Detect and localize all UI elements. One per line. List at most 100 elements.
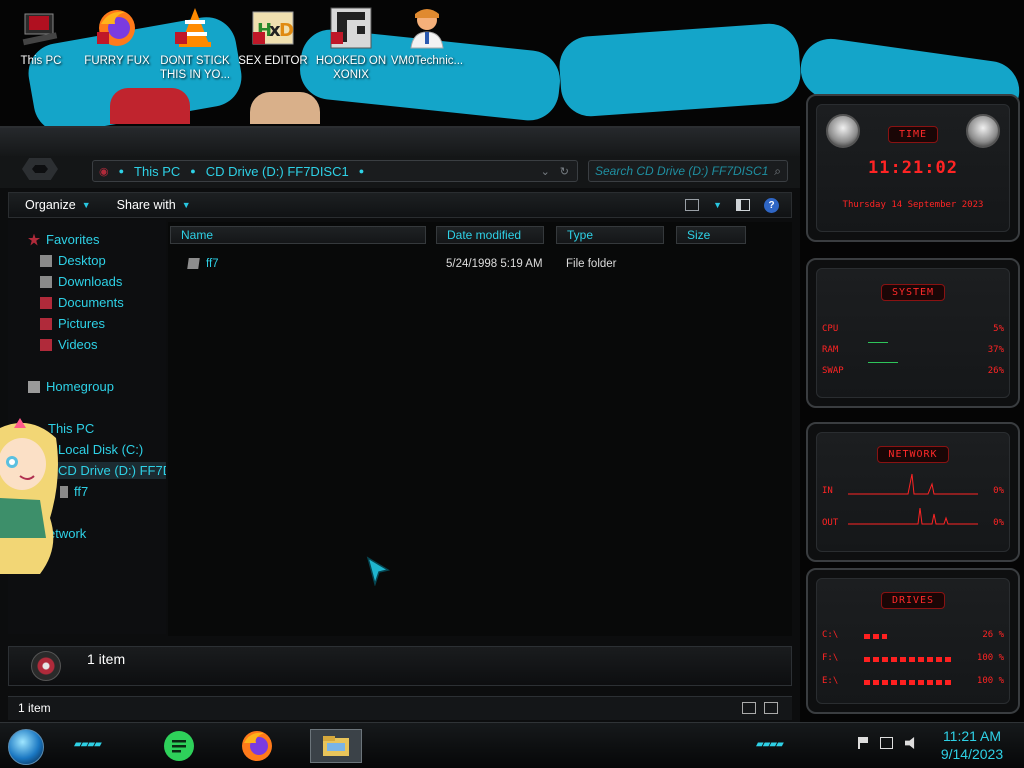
network-tray-icon[interactable] <box>880 737 893 749</box>
nav-cd-drive[interactable]: CD Drive (D:) FF7D <box>54 462 166 479</box>
back-forward-buttons[interactable] <box>22 158 58 180</box>
nav-homegroup[interactable]: Homegroup <box>28 379 114 394</box>
firefox-icon[interactable] <box>240 729 274 763</box>
ram-value: 37% <box>987 345 1004 355</box>
time-title: TIME <box>887 126 939 143</box>
system-title: SYSTEM <box>880 284 946 301</box>
nav-label: Local Disk (C:) <box>58 442 144 457</box>
drives-title: DRIVES <box>880 592 946 609</box>
nav-local-disk[interactable]: Local Disk (C:) <box>58 442 143 457</box>
swap-label: SWAP <box>822 366 844 376</box>
desktop-icon-label: VM0Technic... <box>390 55 464 67</box>
table-row[interactable]: ff7 5/24/1998 5:19 AM File folder <box>168 256 788 276</box>
homegroup-icon <box>28 380 40 393</box>
taskbar: ▰▰▰▰ ▰▰▰▰ 11:21 AM 9/14/2023 <box>0 722 1024 768</box>
doctor-avatar-icon <box>405 6 449 50</box>
volume-icon[interactable] <box>905 737 915 749</box>
organize-button[interactable]: Organize ▼ <box>9 198 101 212</box>
status-bar: 1 item <box>8 696 792 720</box>
time-gadget[interactable]: TIME 11:21:02 Thursday 14 September 2023 <box>806 94 1020 242</box>
ram-label: RAM <box>822 345 839 355</box>
address-dropdown-icon[interactable]: ◉ <box>99 165 109 178</box>
column-header-date-modified[interactable]: Date modified <box>436 226 544 244</box>
desktop-icon-label: HOOKED ON XONIX <box>315 55 387 81</box>
search-input[interactable]: Search CD Drive (D:) FF7DISC1 ⌕ <box>588 160 788 182</box>
window-titlebar[interactable] <box>0 128 800 158</box>
file-type: File folder <box>566 258 617 270</box>
drive-value: 100 % <box>976 676 1004 686</box>
nav-downloads[interactable]: Downloads <box>40 274 122 289</box>
column-header-name[interactable]: Name <box>170 226 426 244</box>
drive-usage-bar <box>864 634 887 639</box>
taskbar-decoration: ▰▰▰▰ <box>74 739 102 750</box>
desktop-icon-vm0technic[interactable]: VM0Technic... <box>388 6 466 68</box>
drives-gadget[interactable]: DRIVES C:\ 26 % F:\ 100 % E:\ 100 % <box>806 568 1020 714</box>
desktop-icon-furry-fux[interactable]: FURRY FUX <box>78 6 156 68</box>
preview-pane-icon[interactable] <box>736 199 750 211</box>
nav-ff7[interactable]: ff7 <box>60 484 88 499</box>
system-gadget[interactable]: SYSTEM CPU 5% RAM 37% SWAP 26% <box>806 258 1020 408</box>
cpu-value: 5% <box>993 324 1004 334</box>
desktop-icon-sex-editor[interactable]: HxD SEX EDITOR <box>234 6 312 68</box>
refresh-icon[interactable]: ↻ <box>560 165 569 178</box>
flag-icon[interactable] <box>858 737 868 749</box>
change-view-icon[interactable] <box>685 199 700 211</box>
chevron-down-icon[interactable]: ⌄ <box>541 165 550 178</box>
taskbar-decoration: ▰▰▰▰ <box>756 739 784 750</box>
address-bar[interactable]: ◉ ● This PC ● CD Drive (D:) FF7DISC1 ● ⌄… <box>92 160 578 182</box>
desktop-icon-dont-stick[interactable]: DONT STICK THIS IN YO... <box>156 6 234 82</box>
nav-videos[interactable]: Videos <box>40 337 98 352</box>
nav-favorites[interactable]: Favorites <box>28 232 99 247</box>
nav-label: Downloads <box>58 274 123 289</box>
separator-dot-icon: ● <box>118 166 125 176</box>
nav-label: Desktop <box>58 253 106 268</box>
column-label: Size <box>687 228 711 242</box>
clock-time: 11:21 AM <box>942 728 1002 744</box>
nav-label: Homegroup <box>46 379 114 394</box>
breadcrumb-cd-drive[interactable]: CD Drive (D:) FF7DISC1 <box>206 164 349 179</box>
network-out-label: OUT <box>822 518 839 528</box>
gadget-title: TIME <box>808 126 1018 143</box>
cpu-graph <box>868 342 888 343</box>
drive-row: C:\ 26 % <box>822 630 1004 640</box>
share-with-button[interactable]: Share with ▼ <box>101 198 201 212</box>
desktop-icon-this-pc[interactable]: This PC <box>2 6 80 68</box>
firefox-icon <box>95 6 139 50</box>
view-dropdown-icon[interactable]: ▼ <box>713 200 722 210</box>
separator-dot-icon: ● <box>358 166 365 176</box>
large-icons-view-icon[interactable] <box>764 702 778 714</box>
desktop-icon-label: DONT STICK THIS IN YO... <box>159 55 231 81</box>
column-header-type[interactable]: Type <box>556 226 664 244</box>
ram-row: RAM 37% <box>822 345 1004 355</box>
xonix-game-icon <box>329 6 373 50</box>
column-header-size[interactable]: Size <box>676 226 746 244</box>
mouse-cursor-icon <box>366 556 390 587</box>
nav-pictures[interactable]: Pictures <box>40 316 105 331</box>
column-label: Name <box>181 228 214 242</box>
svg-text:D: D <box>279 20 294 41</box>
desktop-icon-hooked-on-xonix[interactable]: HOOKED ON XONIX <box>312 6 390 82</box>
start-button[interactable] <box>8 729 44 765</box>
notes-app-icon[interactable] <box>162 729 196 763</box>
drive-value: 26 % <box>982 630 1004 640</box>
drive-usage-bar <box>864 657 954 662</box>
search-icon[interactable]: ⌕ <box>774 164 781 179</box>
breadcrumb-this-pc[interactable]: This PC <box>134 164 180 179</box>
character-widget[interactable] <box>0 418 62 578</box>
documents-icon <box>40 296 52 309</box>
column-label: Date modified <box>447 228 522 242</box>
nav-label: Pictures <box>58 316 105 331</box>
taskbar-clock[interactable]: 11:21 AM 9/14/2023 <box>930 727 1014 763</box>
cpu-label: CPU <box>822 324 839 334</box>
explorer-window: ◉ ● This PC ● CD Drive (D:) FF7DISC1 ● ⌄… <box>0 126 800 722</box>
separator-dot-icon: ● <box>190 166 196 176</box>
help-icon[interactable]: ? <box>764 197 779 213</box>
nav-desktop[interactable]: Desktop <box>40 253 106 268</box>
nav-documents[interactable]: Documents <box>40 295 124 310</box>
details-view-icon[interactable] <box>742 702 756 714</box>
details-pane: 1 item <box>8 646 792 686</box>
network-gadget[interactable]: NETWORK IN 0% OUT 0% <box>806 422 1020 562</box>
drive-label: E:\ <box>822 676 839 686</box>
downloads-icon <box>40 275 52 288</box>
file-explorer-icon[interactable] <box>310 729 362 763</box>
